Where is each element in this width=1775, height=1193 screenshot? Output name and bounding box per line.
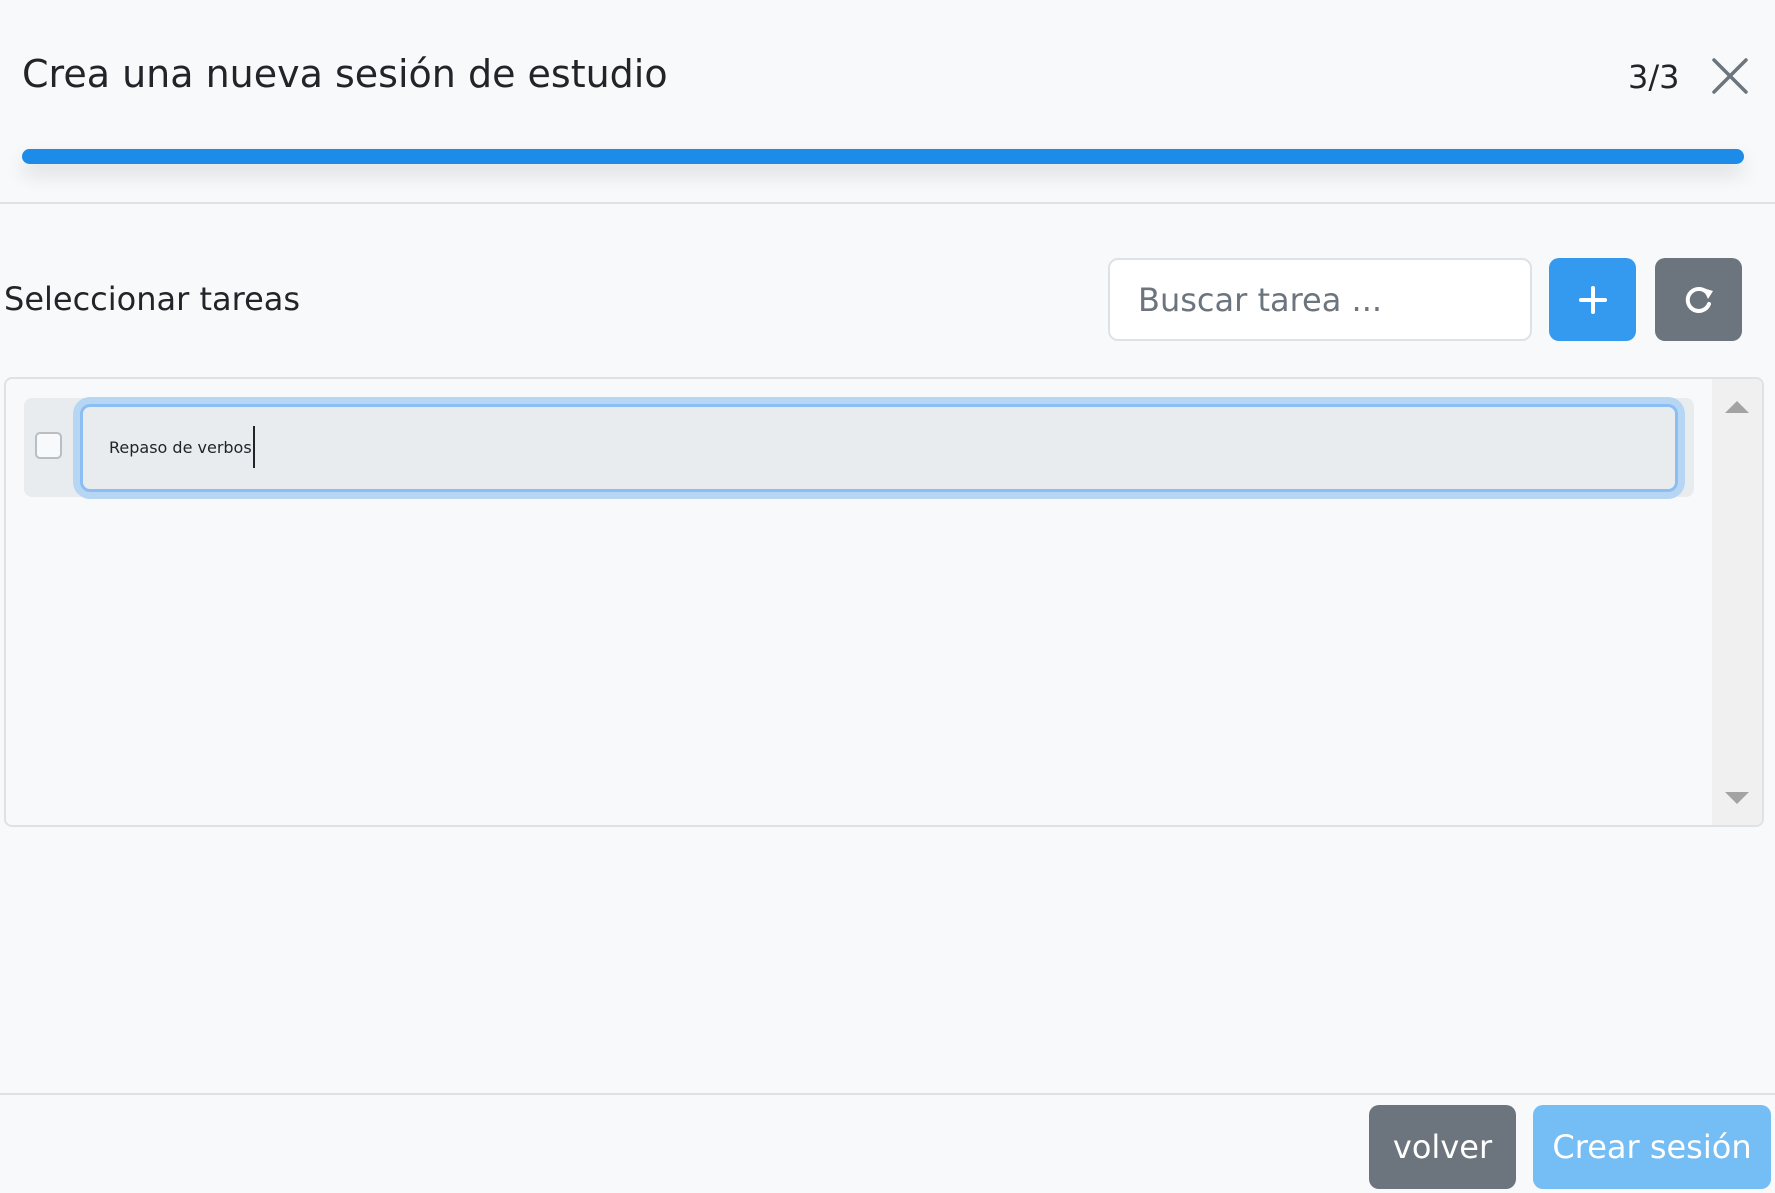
step-indicator: 3/3 bbox=[1628, 58, 1680, 96]
task-list-scrollbar[interactable] bbox=[1712, 379, 1762, 825]
close-button[interactable] bbox=[1706, 52, 1754, 100]
back-button[interactable]: volver bbox=[1369, 1105, 1516, 1189]
select-tasks-label: Seleccionar tareas bbox=[4, 280, 301, 318]
refresh-icon bbox=[1685, 286, 1713, 313]
modal-footer: volver Crear sesión bbox=[0, 1093, 1775, 1193]
task-name-input[interactable] bbox=[80, 404, 1678, 492]
task-list: Repaso de verbos bbox=[4, 377, 1764, 827]
close-icon bbox=[1712, 58, 1748, 94]
add-task-button[interactable] bbox=[1549, 258, 1636, 341]
scroll-up-arrow-icon[interactable] bbox=[1725, 401, 1749, 413]
new-study-session-modal: Crea una nueva sesión de estudio 3/3 Sel… bbox=[0, 0, 1775, 1193]
create-session-button[interactable]: Crear sesión bbox=[1533, 1105, 1771, 1189]
scroll-down-arrow-icon[interactable] bbox=[1725, 792, 1749, 804]
task-row: Repaso de verbos bbox=[24, 398, 1694, 497]
progress-bar-fill bbox=[22, 149, 1744, 164]
refresh-tasks-button[interactable] bbox=[1655, 258, 1742, 341]
search-task-input[interactable] bbox=[1108, 258, 1532, 341]
plus-icon bbox=[1578, 285, 1607, 314]
modal-title: Crea una nueva sesión de estudio bbox=[22, 52, 668, 96]
progress-bar bbox=[22, 149, 1744, 164]
modal-header: Crea una nueva sesión de estudio 3/3 bbox=[0, 0, 1775, 204]
task-checkbox[interactable] bbox=[35, 432, 62, 459]
